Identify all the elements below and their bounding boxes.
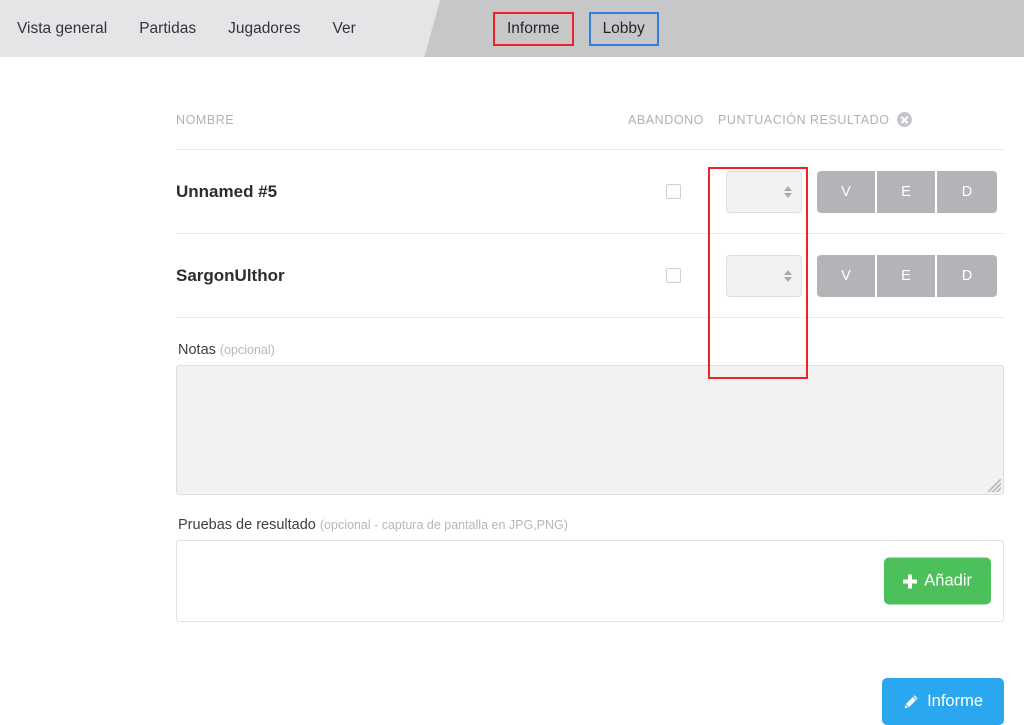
column-header-puntuacion: PUNTUACIÓN: [718, 112, 810, 150]
notes-label: Notas (opcional): [178, 342, 1004, 358]
stepper-down-icon[interactable]: [784, 276, 792, 282]
table-header-row: NOMBRE ABANDONO PUNTUACIÓN RESULTADO: [176, 112, 1004, 150]
results-table-body: Unnamed #5 V E D SargonUlthor V E D: [176, 149, 1004, 318]
notes-textarea[interactable]: [176, 365, 1004, 495]
top-navbar: Vista general Partidas Jugadores Ver Inf…: [0, 0, 1024, 57]
nav-button-lobby[interactable]: Lobby: [588, 11, 659, 46]
stepper-up-icon[interactable]: [784, 269, 792, 275]
resultado-cell: V E D: [810, 149, 1004, 234]
submit-row: Informe: [176, 678, 1004, 725]
navbar-action-links: Informe Lobby: [480, 0, 659, 57]
nav-item-jugadores[interactable]: Jugadores: [228, 0, 300, 57]
puntuacion-input[interactable]: [726, 254, 802, 297]
clear-resultado-icon[interactable]: [896, 112, 912, 127]
proof-label-text: Pruebas de resultado: [178, 517, 316, 533]
column-header-nombre: NOMBRE: [176, 112, 628, 150]
navbar-primary-links: Vista general Partidas Jugadores Ver: [0, 0, 372, 57]
abandono-checkbox[interactable]: [665, 267, 681, 283]
main-content: NOMBRE ABANDONO PUNTUACIÓN RESULTADO Unn…: [0, 57, 1024, 725]
resultado-derrota-button[interactable]: D: [937, 254, 997, 297]
table-row: Unnamed #5 V E D: [176, 149, 1004, 234]
resultado-cell: V E D: [810, 233, 1004, 318]
proof-section: Pruebas de resultado (opcional - captura…: [176, 517, 1004, 622]
results-table-head: NOMBRE ABANDONO PUNTUACIÓN RESULTADO: [176, 112, 1004, 150]
stepper-down-icon[interactable]: [784, 192, 792, 198]
submit-report-button[interactable]: Informe: [882, 678, 1004, 725]
add-file-button[interactable]: Añadir: [884, 557, 991, 605]
column-header-resultado-label: RESULTADO: [810, 112, 890, 127]
notes-section: Notas (opcional): [176, 342, 1004, 495]
notes-optional-text: (opcional): [219, 343, 275, 357]
abandono-cell: [628, 149, 718, 234]
nav-item-ver[interactable]: Ver: [332, 0, 355, 57]
puntuacion-stepper[interactable]: [784, 185, 792, 198]
notes-label-text: Notas: [178, 342, 216, 358]
abandono-checkbox[interactable]: [665, 183, 681, 199]
player-name-cell: Unnamed #5: [176, 149, 628, 234]
plus-icon: [903, 574, 918, 588]
report-form: NOMBRE ABANDONO PUNTUACIÓN RESULTADO Unn…: [176, 112, 1004, 725]
nav-button-informe[interactable]: Informe: [493, 11, 574, 46]
submit-report-button-label: Informe: [927, 692, 983, 710]
resultado-button-group: V E D: [817, 170, 997, 213]
column-header-abandono: ABANDONO: [628, 112, 718, 150]
resultado-victoria-button[interactable]: V: [817, 170, 877, 213]
add-file-button-label: Añadir: [924, 571, 972, 590]
table-row: SargonUlthor V E D: [176, 233, 1004, 318]
puntuacion-cell: [718, 149, 810, 234]
resultado-empate-button[interactable]: E: [877, 254, 937, 297]
resultado-empate-button[interactable]: E: [877, 170, 937, 213]
resultado-header-wrap: RESULTADO: [810, 112, 912, 127]
nav-item-vista-general[interactable]: Vista general: [17, 0, 107, 57]
puntuacion-stepper[interactable]: [784, 269, 792, 282]
puntuacion-input[interactable]: [726, 170, 802, 213]
results-table: NOMBRE ABANDONO PUNTUACIÓN RESULTADO Unn…: [176, 112, 1004, 318]
abandono-cell: [628, 233, 718, 318]
textarea-resize-handle[interactable]: [988, 479, 1001, 492]
pencil-icon: [903, 694, 919, 710]
stepper-up-icon[interactable]: [784, 185, 792, 191]
resultado-button-group: V E D: [817, 254, 997, 297]
column-header-resultado: RESULTADO: [810, 112, 1004, 150]
resultado-victoria-button[interactable]: V: [817, 254, 877, 297]
nav-item-partidas[interactable]: Partidas: [139, 0, 196, 57]
proof-optional-text: (opcional - captura de pantalla en JPG,P…: [319, 518, 568, 532]
proof-upload-panel[interactable]: Añadir: [176, 540, 1004, 622]
puntuacion-cell: [718, 233, 810, 318]
proof-label: Pruebas de resultado (opcional - captura…: [178, 517, 1004, 533]
player-name-cell: SargonUlthor: [176, 233, 628, 318]
resultado-derrota-button[interactable]: D: [937, 170, 997, 213]
